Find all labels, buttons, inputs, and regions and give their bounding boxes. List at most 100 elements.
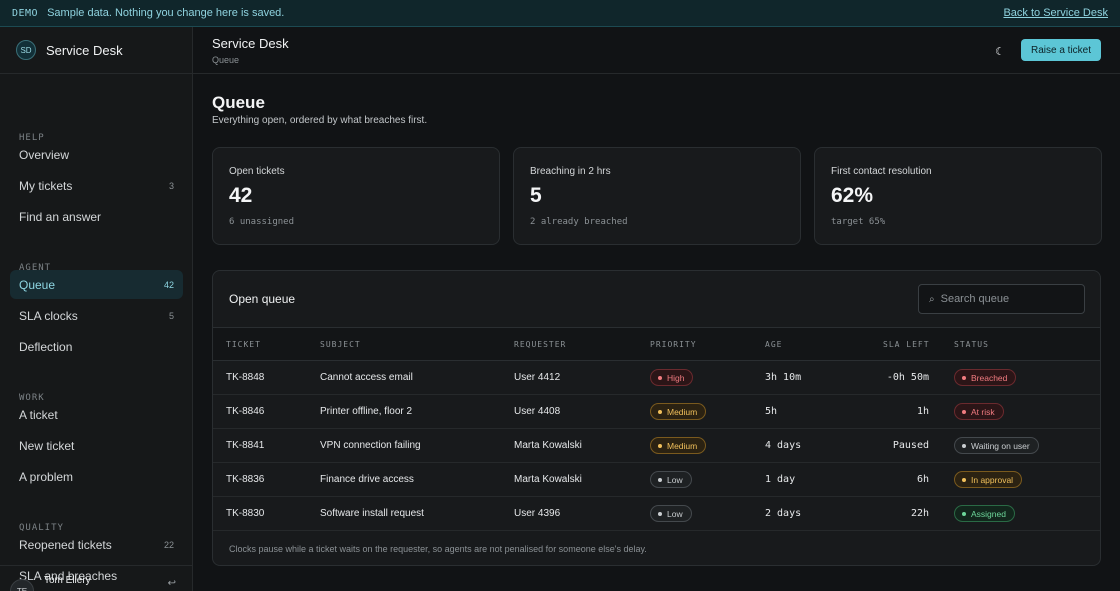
ticket-id[interactable]: TK-8848 [226, 372, 264, 383]
sidebar-item-reopened-tickets[interactable]: Reopened tickets 22 [10, 530, 183, 559]
sidebar-item-sla-clocks[interactable]: SLA clocks 5 [10, 301, 183, 330]
priority-badge-label: Low [667, 508, 683, 519]
priority-badge: High [650, 369, 694, 386]
table-header: TICKET SUBJECT REQUESTER PRIORITY AGE SL… [213, 327, 1100, 361]
status-dot-icon [658, 477, 662, 482]
column-header-status[interactable]: STATUS [954, 340, 989, 349]
header-subtitle: Queue [212, 55, 240, 65]
ticket-requester: User 4412 [514, 372, 561, 383]
raise-ticket-button[interactable]: Raise a ticket [1021, 39, 1101, 61]
ticket-sla-left: Paused [892, 440, 929, 451]
sign-out-icon[interactable]: ↩ [168, 578, 176, 589]
sidebar-item-overview[interactable]: Overview [10, 140, 183, 169]
sidebar-item-a-ticket[interactable]: A ticket [10, 400, 183, 429]
stat-value: 42 [229, 184, 253, 207]
ticket-subject: Software install request [320, 508, 424, 519]
ticket-id[interactable]: TK-8841 [226, 440, 264, 451]
sidebar-item-label: Reopened tickets [19, 537, 112, 552]
table-row[interactable]: TK-8846 Printer offline, floor 2 User 4408… [213, 395, 1100, 429]
table-row[interactable]: TK-8841 VPN connection failing Marta Kowal… [213, 429, 1100, 463]
ticket-requester: User 4408 [514, 406, 561, 417]
sidebar-item-count: 5 [168, 310, 174, 321]
stat-label: First contact resolution [831, 166, 932, 177]
queue-footnote: Clocks pause while a ticket waits on the… [229, 544, 647, 554]
brand-logo: SD [16, 40, 36, 60]
ticket-subject: Cannot access email [320, 372, 413, 383]
ticket-age: 1 day [765, 474, 796, 485]
sidebar-item-deflection[interactable]: Deflection [10, 332, 183, 361]
demo-tag: DEMO [12, 7, 39, 19]
top-header: Service Desk Queue ☾ Raise a ticket [193, 27, 1120, 74]
demo-banner: DEMO Sample data. Nothing you change her… [0, 0, 1120, 27]
brand-name: Service Desk [46, 42, 123, 58]
sidebar-item-label: Find an answer [19, 209, 102, 224]
user-profile[interactable]: TE Tom Ellery ↩ [0, 565, 192, 591]
stat-note: target 65% [831, 217, 886, 227]
page-title: Queue [212, 93, 265, 112]
ticket-subject: VPN connection failing [320, 440, 421, 451]
column-header-age[interactable]: AGE [765, 340, 782, 349]
priority-badge: Medium [650, 437, 707, 454]
ticket-subject: Finance drive access [320, 474, 414, 485]
stat-note: 6 unassigned [229, 217, 295, 227]
sidebar-item-my-tickets[interactable]: My tickets 3 [10, 171, 183, 200]
stat-value: 5 [530, 184, 542, 207]
back-to-service-desk-link[interactable]: Back to Service Desk [1003, 7, 1108, 19]
status-badge: Waiting on user [954, 437, 1039, 454]
status-dot-icon [658, 511, 662, 516]
moon-icon[interactable]: ☾ [993, 44, 1007, 58]
sidebar-item-a-problem[interactable]: A problem [10, 462, 183, 491]
table-row[interactable]: TK-8830 Software install request User 4396… [213, 497, 1100, 531]
sidebar-item-label: New ticket [19, 438, 75, 453]
ticket-id[interactable]: TK-8836 [226, 474, 264, 485]
status-dot-icon [962, 477, 966, 482]
column-header-sla-left[interactable]: SLA LEFT [883, 340, 930, 349]
status-dot-icon [658, 443, 662, 448]
stat-label: Open tickets [229, 166, 285, 177]
ticket-subject: Printer offline, floor 2 [320, 406, 413, 417]
ticket-age: 2 days [765, 508, 802, 519]
main-content: Queue Everything open, ordered by what b… [193, 74, 1120, 591]
status-badge-label: In approval [971, 474, 1014, 485]
status-dot-icon [962, 511, 966, 516]
sidebar-item-queue[interactable]: Queue 42 [10, 270, 183, 299]
ticket-age: 4 days [765, 440, 802, 451]
sidebar-item-count: 22 [163, 539, 174, 550]
table-row[interactable]: TK-8848 Cannot access email User 4412 3h 10… [213, 361, 1100, 395]
sidebar-item-count: 3 [168, 180, 174, 191]
status-badge: In approval [954, 471, 1023, 488]
sidebar-item-new-ticket[interactable]: New ticket [10, 431, 183, 460]
ticket-id[interactable]: TK-8846 [226, 406, 264, 417]
search-input[interactable] [940, 293, 1071, 305]
table-row[interactable]: TK-8836 Finance drive access Marta Kowalsk… [213, 463, 1100, 497]
stat-card-first-contact-resolution: First contact resolution 62% target 65% [814, 147, 1102, 245]
priority-badge: Medium [650, 403, 707, 420]
page-subtitle: Everything open, ordered by what breache… [212, 115, 428, 126]
open-queue-panel: Open queue ⌕ TICKET SUBJECT REQUESTER PR… [212, 270, 1101, 566]
sidebar-item-find-an-answer[interactable]: Find an answer [10, 202, 183, 231]
ticket-age: 5h [765, 406, 778, 417]
sidebar-item-label: SLA clocks [19, 308, 78, 323]
sidebar-item-count: 42 [163, 279, 174, 290]
status-dot-icon [962, 409, 966, 414]
sidebar: SD Service Desk HELP Overview My tickets 3 F… [0, 27, 193, 591]
column-header-ticket[interactable]: TICKET [226, 340, 261, 349]
ticket-id[interactable]: TK-8830 [226, 508, 264, 519]
sidebar-item-label: My tickets [19, 178, 73, 193]
ticket-sla-left: 22h [910, 508, 929, 519]
status-badge-label: Breached [971, 372, 1008, 383]
status-badge: Assigned [954, 505, 1015, 522]
search-box[interactable]: ⌕ [918, 284, 1085, 314]
column-header-priority[interactable]: PRIORITY [650, 340, 697, 349]
status-badge-label: Assigned [971, 508, 1006, 519]
brand[interactable]: SD Service Desk [0, 27, 192, 74]
panel-title: Open queue [229, 292, 296, 306]
user-name: Tom Ellery [44, 575, 91, 586]
demo-message: Sample data. Nothing you change here is … [47, 7, 285, 19]
status-dot-icon [962, 443, 966, 448]
ticket-requester: Marta Kowalski [514, 440, 582, 451]
column-header-subject[interactable]: SUBJECT [320, 340, 361, 349]
status-badge: Breached [954, 369, 1017, 386]
column-header-requester[interactable]: REQUESTER [514, 340, 566, 349]
sidebar-item-label: A problem [19, 469, 74, 484]
